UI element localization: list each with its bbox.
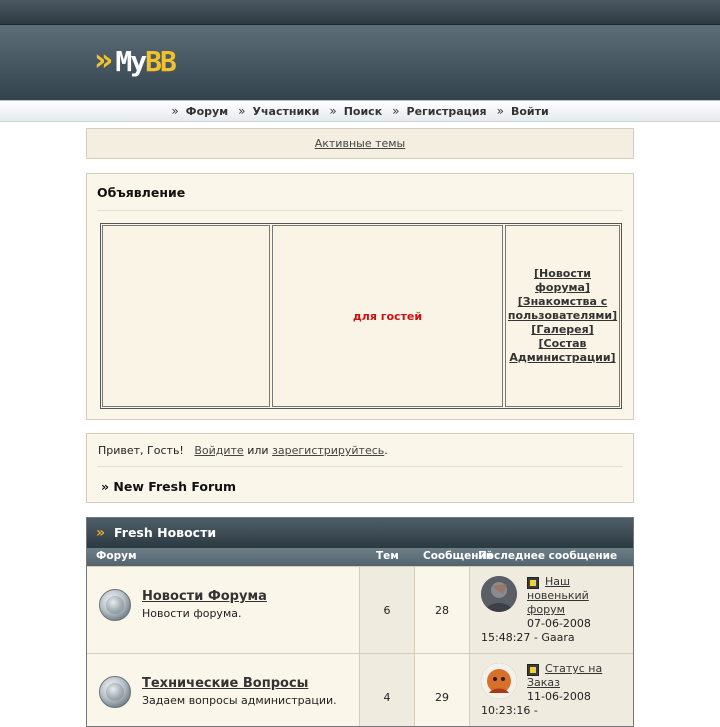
menu-arrow-icon: »: [392, 104, 400, 118]
category-title[interactable]: Fresh Новости: [114, 525, 216, 540]
posts-count: 28: [415, 567, 470, 654]
menu-arrow-icon: »: [171, 104, 179, 118]
or-text: или: [247, 444, 269, 457]
column-forum: Форум: [96, 550, 137, 562]
menu-item-search[interactable]: » Поиск: [329, 104, 382, 118]
avatar[interactable]: [481, 576, 517, 612]
mybb-logo[interactable]: » My BB: [94, 41, 177, 81]
forum-row: Технические Вопросы Задаем вопросы админ…: [87, 653, 633, 726]
last-post-title-link[interactable]: Статус на Заказ: [527, 662, 602, 689]
category-header: » Fresh Новости: [87, 518, 633, 547]
last-post-title-wrap: Статус на Заказ 11-06-2008: [527, 662, 627, 704]
category-chevron-icon: »: [96, 524, 106, 541]
last-post-cell: Наш новенький форум 07-06-2008 15:48:27 …: [470, 567, 633, 654]
menu-item-label: Поиск: [343, 104, 383, 118]
guest-text: для гостей: [352, 309, 423, 323]
column-headers: Форум Тем Сообщений Последнее сообщение: [87, 547, 633, 566]
forum-row: Новости Форума Новости форума. 6 28 Наш …: [87, 566, 633, 654]
posts-count: 29: [415, 654, 470, 726]
link-user-acquaintance[interactable]: [Знакомства с пользователями]: [506, 295, 619, 323]
top-bar: [0, 0, 720, 25]
active-topics-bar: Активные темы: [86, 128, 634, 159]
menu-item-forum[interactable]: » Форум: [171, 104, 228, 118]
menu-item-label: Войти: [510, 104, 549, 118]
logo-text-my: My: [115, 44, 147, 78]
forum-status-icon: [99, 676, 131, 708]
main-menu: » Форум » Участники » Поиск » Регистраци…: [0, 100, 720, 122]
welcome-line: Привет, Гость! Войдите или зарегистрируй…: [98, 444, 388, 457]
logo-text-bb: BB: [145, 44, 177, 78]
announcement-title: Объявление: [97, 185, 186, 200]
last-post-date: 07-06-2008: [527, 617, 591, 630]
forum-category-table: » Fresh Новости Форум Тем Сообщений Посл…: [86, 517, 634, 727]
forum-cell: Технические Вопросы Задаем вопросы админ…: [87, 654, 360, 726]
last-post-date: 11-06-2008: [527, 690, 591, 703]
forum-cell: Новости Форума Новости форума.: [87, 567, 360, 654]
column-topics: Тем: [376, 550, 399, 562]
announcement-guest-cell: для гостей: [272, 225, 503, 407]
forum-title-link[interactable]: Технические Вопросы: [142, 676, 308, 691]
menu-item-login[interactable]: » Войти: [497, 104, 549, 118]
topics-count: 4: [360, 654, 415, 726]
announcement-cell-empty: [102, 225, 270, 407]
last-post-time-author: 15:48:27 - Gaara: [481, 631, 575, 644]
link-gallery[interactable]: [Галерея]: [531, 323, 593, 337]
avatar[interactable]: [481, 663, 517, 699]
divider: [97, 466, 623, 467]
last-post-time-author: 10:23:16 -: [481, 704, 538, 717]
menu-arrow-icon: »: [329, 104, 337, 118]
greeting-text: Привет, Гость!: [98, 444, 184, 457]
site-header: » My BB: [0, 25, 720, 100]
menu-item-members[interactable]: » Участники: [238, 104, 319, 118]
forum-status-icon: [99, 589, 131, 621]
register-link[interactable]: зарегистрируйтесь: [272, 444, 384, 457]
period-text: .: [384, 444, 388, 457]
forum-name-breadcrumb[interactable]: » New Fresh Forum: [101, 479, 236, 494]
link-administration[interactable]: [Состав Администрации]: [506, 337, 619, 365]
announcement-table: для гостей [Новости форума] [Знакомства …: [100, 223, 622, 409]
welcome-panel: Привет, Гость! Войдите или зарегистрируй…: [86, 433, 634, 503]
menu-item-label: Регистрация: [406, 104, 487, 118]
divider: [97, 210, 623, 211]
topics-count: 6: [360, 567, 415, 654]
announcement-links-cell: [Новости форума] [Знакомства с пользоват…: [505, 225, 620, 407]
column-last-post: Последнее сообщение: [478, 550, 618, 562]
active-topics-link[interactable]: Активные темы: [315, 137, 406, 150]
forum-description: Новости форума.: [142, 607, 242, 620]
menu-item-register[interactable]: » Регистрация: [392, 104, 486, 118]
menu-arrow-icon: »: [238, 104, 246, 118]
forum-description: Задаем вопросы администрации.: [142, 694, 337, 707]
announcement-panel: Объявление для гостей [Новости форума] […: [86, 173, 634, 420]
menu-item-label: Форум: [185, 104, 229, 118]
forum-title-link[interactable]: Новости Форума: [142, 589, 267, 604]
last-post-title-link[interactable]: Наш новенький форум: [527, 575, 589, 616]
menu-item-label: Участники: [252, 104, 320, 118]
last-post-title-wrap: Наш новенький форум 07-06-2008: [527, 575, 627, 631]
menu-arrow-icon: »: [496, 104, 504, 118]
link-forum-news[interactable]: [Новости форума]: [506, 267, 619, 295]
last-post-cell: Статус на Заказ 11-06-2008 10:23:16 -: [470, 654, 633, 726]
logo-chevron-icon: »: [94, 43, 114, 78]
login-link[interactable]: Войдите: [194, 444, 243, 457]
